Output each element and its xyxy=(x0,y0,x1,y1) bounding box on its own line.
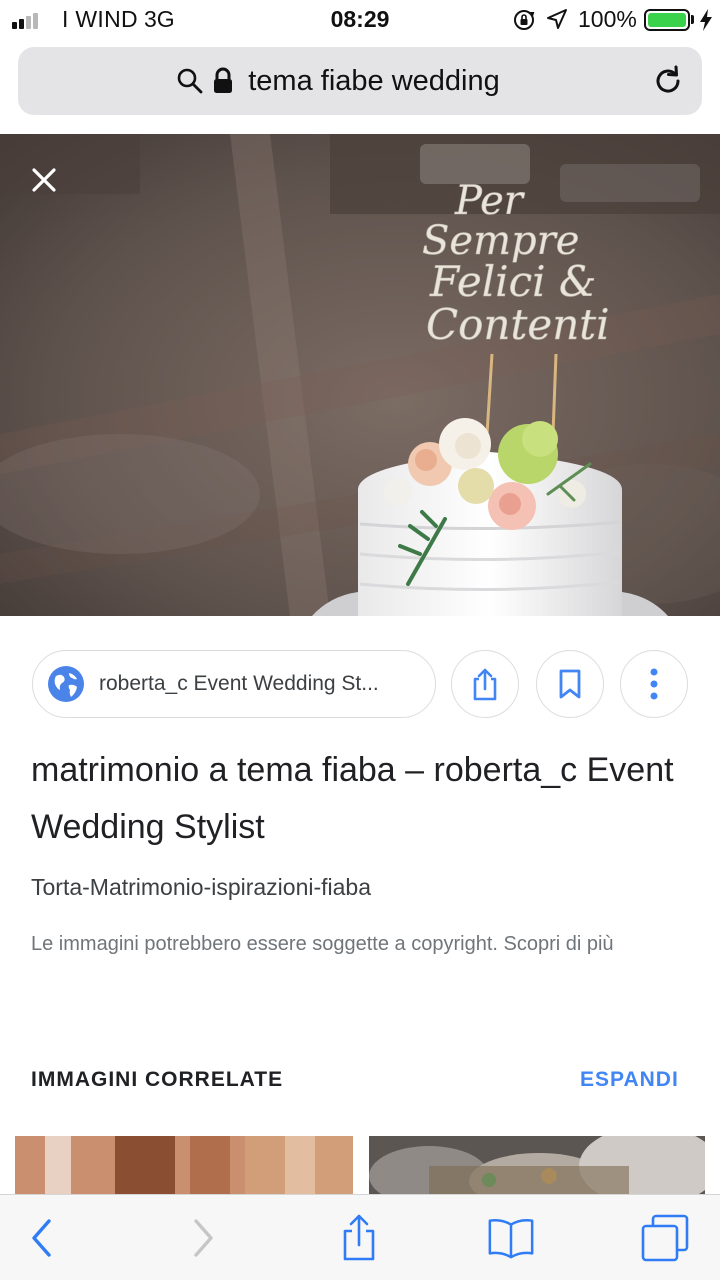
close-icon[interactable] xyxy=(24,160,64,200)
browser-toolbar xyxy=(0,1194,720,1280)
battery-percent: 100% xyxy=(578,6,637,32)
tabs-button[interactable] xyxy=(640,1213,690,1263)
image-filename: Torta-Matrimonio-ispirazioni-fiaba xyxy=(31,874,372,900)
tabs-icon xyxy=(641,1214,689,1262)
source-label: roberta_c Event Wedding St... xyxy=(99,672,379,695)
bookmarks-icon xyxy=(488,1218,534,1259)
reload-icon[interactable] xyxy=(650,63,686,99)
svg-text:Felici &: Felici & xyxy=(429,257,596,306)
back-button[interactable] xyxy=(17,1213,67,1263)
battery-tip xyxy=(691,15,694,24)
svg-text:Contenti: Contenti xyxy=(426,300,610,349)
related-thumbnail[interactable] xyxy=(15,1136,353,1200)
forward-icon xyxy=(194,1219,213,1257)
battery-icon xyxy=(644,9,690,31)
more-vertical-icon xyxy=(650,668,658,700)
share-icon xyxy=(343,1214,375,1261)
source-chip[interactable]: roberta_c Event Wedding St... xyxy=(32,650,436,718)
copyright-notice[interactable]: Le immagini potrebbero essere soggette a… xyxy=(31,926,691,962)
address-query: tema fiabe wedding xyxy=(248,64,500,97)
result-title[interactable]: matrimonio a tema fiaba – roberta_c Even… xyxy=(31,742,691,856)
status-bar: I WIND 3G 08:29 100% xyxy=(0,0,720,40)
share-page-button[interactable] xyxy=(334,1213,384,1263)
location-arrow-icon xyxy=(547,9,567,29)
share-icon xyxy=(473,668,497,701)
forward-button[interactable] xyxy=(178,1213,228,1263)
rotation-lock-icon xyxy=(514,10,535,30)
back-icon xyxy=(32,1219,51,1257)
bookmarks-button[interactable] xyxy=(486,1213,536,1263)
bookmark-icon xyxy=(559,669,581,699)
related-images-heading: IMMAGINI CORRELATE xyxy=(31,1068,284,1091)
search-icon xyxy=(177,68,203,94)
expand-button[interactable]: ESPANDI xyxy=(580,1068,679,1092)
lock-icon xyxy=(214,67,233,93)
address-bar[interactable]: tema fiabe wedding xyxy=(18,47,702,115)
viewer-image[interactable]: Per Sempre Felici & Contenti xyxy=(0,134,720,616)
related-thumbnail[interactable] xyxy=(369,1136,705,1200)
charging-bolt-icon xyxy=(700,9,712,31)
more-options-button[interactable] xyxy=(620,650,688,718)
globe-icon xyxy=(48,666,84,702)
save-button[interactable] xyxy=(536,650,604,718)
share-button[interactable] xyxy=(451,650,519,718)
